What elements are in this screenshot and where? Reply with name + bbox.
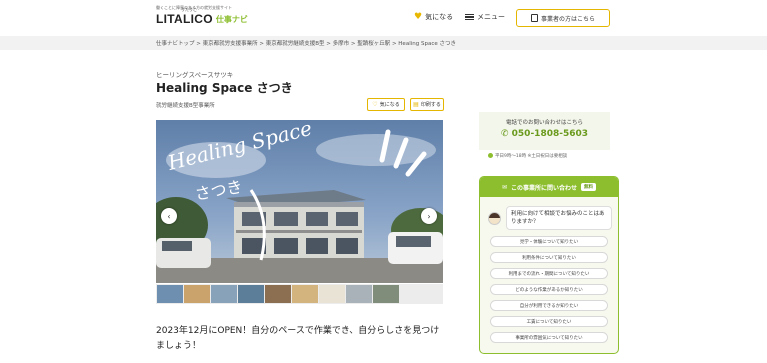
lead-text: 2023年12月にOPEN！自分のペースで作業でき、自分らしさを見つけましょう！ <box>156 326 440 351</box>
logo-ruby: りたりこ <box>181 7 197 12</box>
question-bubble: 利用に向けて相談でお悩みのことはありますか？ <box>506 206 612 230</box>
inquiry-option[interactable]: 工賃について知りたい <box>490 316 608 327</box>
chevron-left-icon: ‹ <box>167 211 171 221</box>
heart-icon: ♥ <box>414 11 423 22</box>
inquiry-option[interactable]: 利用条件について知りたい <box>490 252 608 263</box>
inquiry-option[interactable]: 見学・体験について知りたい <box>490 236 608 247</box>
heart-outline-icon: ♡ <box>372 101 378 108</box>
logo-subtitle: 仕事ナビ <box>215 15 248 24</box>
printer-icon: ▤ <box>413 101 419 108</box>
inquiry-option[interactable]: 自分が利用できるか知りたい <box>490 300 608 311</box>
facility-photo: Healing Space さつき ‹ › <box>156 120 443 283</box>
favorites-label: 気になる <box>425 13 454 21</box>
question-icon <box>488 153 493 158</box>
logo-wordmark: LITALICO <box>156 12 213 26</box>
thumbnail[interactable] <box>238 285 264 303</box>
print-button[interactable]: ▤ 印刷する <box>410 98 444 111</box>
business-button-label: 事業者の方はこちら <box>540 15 595 23</box>
inquiry-option[interactable]: どのような作業があるか知りたい <box>490 284 608 295</box>
free-badge: 無料 <box>581 183 597 191</box>
phone-label: 電話でのお問い合わせはこちら <box>505 120 583 126</box>
site-logo[interactable]: LITALICO りたりこ 仕事ナビ <box>156 7 248 26</box>
favorite-button-label: 気になる <box>379 102 400 108</box>
photo-thumbnails <box>156 284 443 304</box>
inquiry-option[interactable]: 事業所の雰囲気について知りたい <box>490 332 608 343</box>
thumbnail[interactable] <box>319 285 345 303</box>
business-button[interactable]: 事業者の方はこちら <box>516 9 610 27</box>
hamburger-icon <box>465 13 474 21</box>
facility-category: 就労継続支援B型事業所 <box>156 103 215 109</box>
menu-button[interactable]: メニュー <box>465 12 505 22</box>
building-icon <box>530 14 538 22</box>
photo-illustration: Healing Space さつき <box>156 120 443 283</box>
breadcrumb[interactable]: 仕事ナビトップ > 東京都就労支援事業所 > 東京都就労継続支援B型 > 多摩市… <box>156 39 456 47</box>
favorite-button[interactable]: ♡ 気になる <box>367 98 405 111</box>
thumbnail[interactable] <box>211 285 237 303</box>
thumbnail[interactable] <box>157 285 183 303</box>
favorites-link[interactable]: ♥ 気になる <box>414 12 453 22</box>
photo-next-button[interactable]: › <box>421 208 437 224</box>
inquiry-option[interactable]: 利用までの流れ・期間について知りたい <box>490 268 608 279</box>
avatar <box>488 212 501 225</box>
phone-icon: ✆ <box>500 129 509 139</box>
thumbnail[interactable] <box>184 285 210 303</box>
thumbnail[interactable] <box>373 285 399 303</box>
menu-label: メニュー <box>477 13 505 21</box>
photo-prev-button[interactable]: ‹ <box>161 208 177 224</box>
page-title: Healing Space さつき <box>156 81 293 95</box>
chevron-right-icon: › <box>427 211 431 221</box>
inquiry-panel: ✉ この事業所に問い合わせ 無料 利用に向けて相談でお悩みのことはありますか？ … <box>479 176 619 354</box>
thumbnail[interactable] <box>292 285 318 303</box>
breadcrumb-bar: 仕事ナビトップ > 東京都就労支援事業所 > 東京都就労継続支援B型 > 多摩市… <box>0 36 767 50</box>
phone-number[interactable]: ✆ 050-1808-5603 <box>479 129 610 139</box>
mail-icon: ✉ <box>501 183 507 191</box>
site-header: 働くことに障害のある方の就労支援サイト LITALICO りたりこ 仕事ナビ ♥… <box>0 0 767 36</box>
phone-note: 平日9時〜18時 ※土日祝日は要相談 <box>488 153 567 159</box>
inquiry-title: この事業所に問い合わせ <box>511 184 578 192</box>
thumbnail[interactable] <box>346 285 372 303</box>
phone-contact-box: 電話でのお問い合わせはこちら ✆ 050-1808-5603 <box>479 112 610 150</box>
inquiry-header: ✉ この事業所に問い合わせ 無料 <box>480 177 618 197</box>
facility-kana: ヒーリングスペースサツキ <box>156 71 234 79</box>
thumbnail[interactable] <box>400 285 426 303</box>
print-button-label: 印刷する <box>420 102 441 108</box>
thumbnail[interactable] <box>265 285 291 303</box>
